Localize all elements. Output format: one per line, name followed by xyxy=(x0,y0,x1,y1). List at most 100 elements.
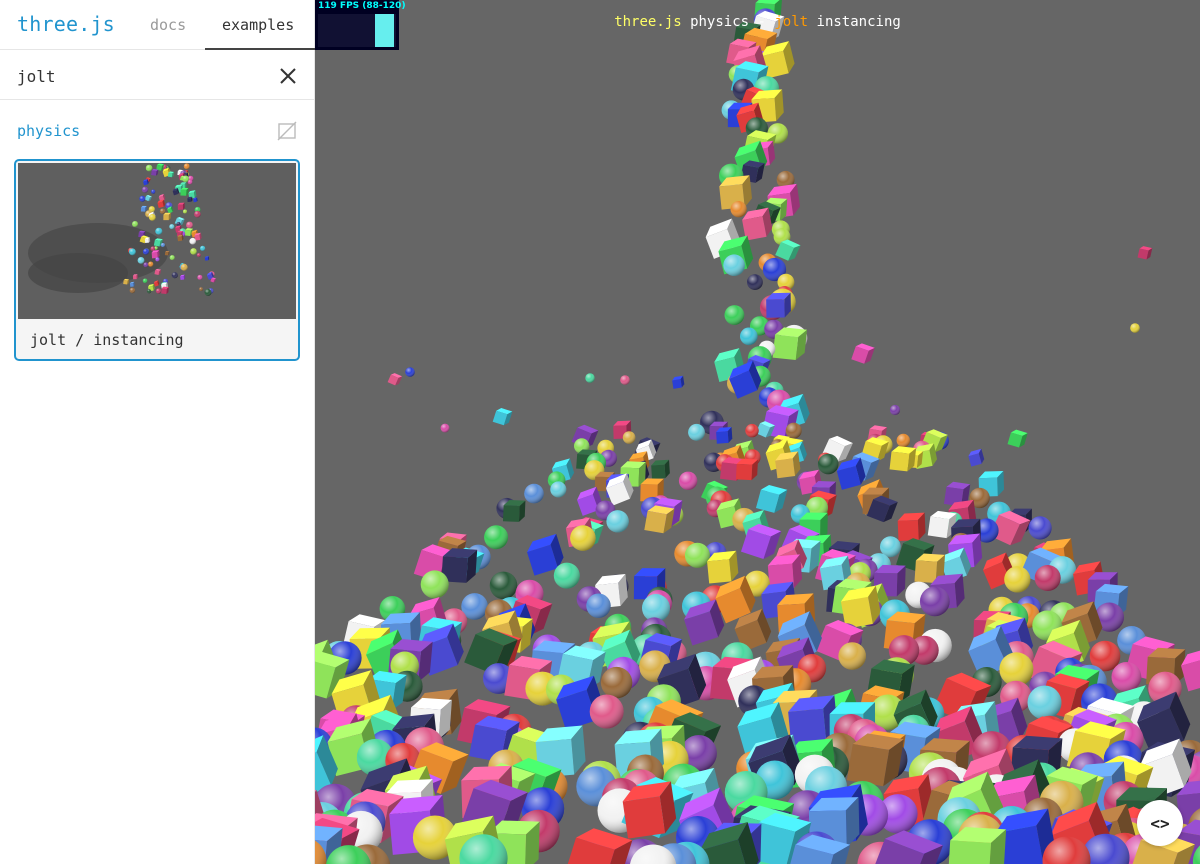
physics-box xyxy=(180,187,189,196)
sphere-shading xyxy=(684,542,710,568)
sphere-shading xyxy=(1027,685,1062,720)
physics-box xyxy=(502,499,526,522)
sphere-shading xyxy=(150,246,156,251)
sphere-shading xyxy=(155,257,160,262)
sphere-shading xyxy=(420,570,449,599)
sphere-shading xyxy=(132,221,138,227)
sphere-shading xyxy=(142,248,149,255)
sphere-shading xyxy=(817,453,839,475)
sphere-shading xyxy=(141,186,149,193)
sphere-shading xyxy=(176,222,181,226)
physics-box xyxy=(177,202,185,210)
sphere-shading xyxy=(1028,516,1052,540)
sphere-shading xyxy=(129,287,136,294)
sphere-shading xyxy=(199,287,203,291)
sphere-shading xyxy=(129,248,136,256)
sphere-shading xyxy=(586,593,611,618)
sphere-shading xyxy=(570,525,596,551)
sphere-shading xyxy=(190,248,197,255)
sphere-shading xyxy=(143,262,149,268)
sphere-shading xyxy=(147,289,152,294)
sphere-shading xyxy=(589,694,624,729)
sphere-shading xyxy=(1111,662,1142,692)
sphere-shading xyxy=(183,163,190,170)
info-highlight: jolt xyxy=(774,14,809,30)
sphere-shading xyxy=(600,666,633,699)
filter-row xyxy=(0,50,314,100)
preview-off-icon[interactable] xyxy=(277,121,297,141)
sphere-shading xyxy=(169,224,175,230)
sphere-shading xyxy=(838,642,866,670)
close-icon[interactable] xyxy=(277,65,299,87)
tab-examples[interactable]: examples xyxy=(205,0,315,50)
sphere-shading xyxy=(197,274,203,280)
sphere-shading xyxy=(148,214,156,221)
sphere-shading xyxy=(204,288,212,296)
sphere-shading xyxy=(620,375,630,385)
physics-box xyxy=(651,459,670,479)
threejs-link[interactable]: three.js xyxy=(614,14,681,30)
sphere-shading xyxy=(159,208,166,214)
sphere-shading xyxy=(169,255,175,261)
info-suffix: instancing xyxy=(816,14,901,30)
sphere-shading xyxy=(171,272,178,279)
search-input[interactable] xyxy=(17,64,257,88)
sphere-shading xyxy=(137,257,145,264)
sphere-shading xyxy=(723,254,745,276)
info-text: physics - xyxy=(690,14,766,30)
physics-box xyxy=(766,292,791,318)
sphere-shading xyxy=(747,274,763,290)
sphere-shading xyxy=(183,209,187,214)
sphere-shading xyxy=(440,423,450,433)
physics-box xyxy=(735,458,758,481)
sphere-shading xyxy=(745,423,759,438)
sphere-shading xyxy=(553,562,580,589)
render-viewport[interactable]: 119 FPS (88-120) three.js physics - jolt… xyxy=(315,0,1200,864)
sphere-shading xyxy=(678,471,698,490)
sphere-shading xyxy=(919,586,950,617)
fps-readout: 119 FPS (88-120) xyxy=(318,1,406,11)
example-thumbnail xyxy=(18,163,296,319)
sphere-shading xyxy=(730,201,747,218)
sphere-shading xyxy=(550,481,567,498)
sphere-shading xyxy=(194,210,201,218)
view-source-button[interactable]: <> xyxy=(1137,800,1183,846)
example-card-label: jolt / instancing xyxy=(30,331,184,349)
category-title: physics xyxy=(17,122,81,140)
sphere-shading xyxy=(889,404,901,416)
sphere-shading xyxy=(145,164,153,172)
sphere-shading xyxy=(180,263,188,271)
sphere-shading xyxy=(622,431,636,444)
sphere-shading xyxy=(724,305,745,325)
sphere-shading xyxy=(1004,566,1031,593)
sphere-shading xyxy=(740,327,758,346)
logo-link[interactable]: three.js xyxy=(17,12,115,36)
sphere-shading xyxy=(142,278,148,284)
example-card[interactable]: jolt / instancing xyxy=(14,159,300,361)
sphere-shading xyxy=(524,483,544,504)
sphere-shading xyxy=(484,525,509,550)
sidebar: three.js docs examples physics jolt / in… xyxy=(0,0,315,864)
physics-box xyxy=(140,205,147,212)
sphere-shading xyxy=(189,237,196,245)
sphere-shading xyxy=(1130,323,1140,333)
sphere-shading xyxy=(139,195,146,202)
physics-box xyxy=(132,274,138,280)
sphere-shading xyxy=(489,571,518,600)
sphere-shading xyxy=(160,242,165,248)
sphere-shading xyxy=(155,227,163,235)
tab-docs[interactable]: docs xyxy=(150,16,186,34)
sphere-shading xyxy=(196,253,201,257)
sphere-shading xyxy=(606,510,629,533)
sphere-shading xyxy=(151,189,156,194)
info-banner: three.js physics - jolt instancing xyxy=(315,14,1200,30)
sphere-shading xyxy=(186,221,193,229)
sphere-shading xyxy=(785,422,802,439)
sphere-shading xyxy=(1034,565,1061,591)
physics-scene[interactable] xyxy=(315,0,1200,864)
sphere-shading xyxy=(148,261,154,267)
sphere-shading xyxy=(585,373,595,383)
sphere-shading xyxy=(155,288,162,294)
sphere-shading xyxy=(896,433,910,448)
tab-examples-label: examples xyxy=(222,16,295,34)
